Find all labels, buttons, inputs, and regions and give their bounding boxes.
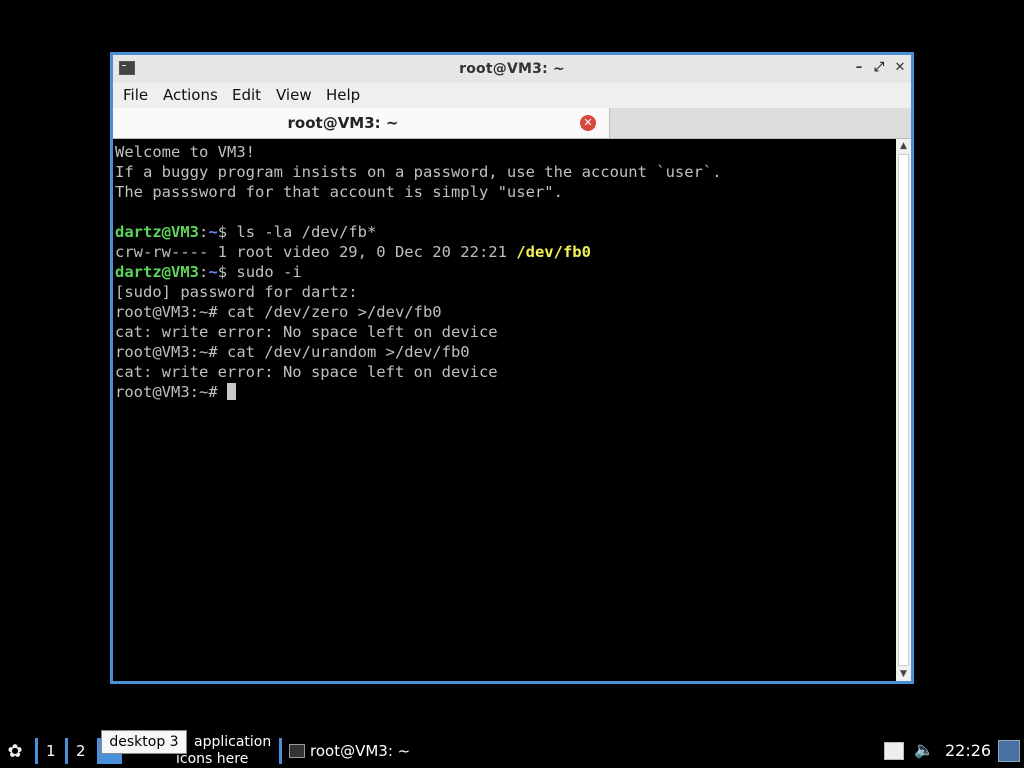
output-text: root@VM3:~# <box>115 383 227 401</box>
desktop-2-button[interactable]: 2 <box>65 738 86 764</box>
terminal-line: dartz@VM3:~$ ls -la /dev/fb* <box>115 222 896 242</box>
terminal-output[interactable]: Welcome to VM3! If a buggy program insist… <box>113 139 896 681</box>
vertical-scrollbar[interactable]: ▲ ▼ <box>896 139 911 681</box>
prompt-path: ~ <box>208 263 218 281</box>
output-text: If a buggy program insists on a password… <box>115 163 722 181</box>
start-menu-icon[interactable]: ✿ <box>4 741 26 763</box>
output-text: Welcome to VM3! <box>115 143 255 161</box>
prompt-symbol: $ <box>217 263 237 281</box>
prompt-separator: : <box>199 223 209 241</box>
command-text: ls -la /dev/fb* <box>236 223 377 241</box>
output-text: crw-rw---- 1 root video 29, 0 Dec 20 22:… <box>115 243 517 261</box>
launch-hint-line-1: application <box>194 734 272 750</box>
close-button[interactable]: ✕ <box>892 60 908 76</box>
scroll-up-icon[interactable]: ▲ <box>896 139 911 153</box>
terminal-line: root@VM3:~# cat /dev/zero >/dev/fb0 <box>115 302 896 322</box>
terminal-line: Welcome to VM3! <box>115 142 896 162</box>
terminal-line: crw-rw---- 1 root video 29, 0 Dec 20 22:… <box>115 242 896 262</box>
task-label: root@VM3: ~ <box>310 742 411 760</box>
menu-help[interactable]: Help <box>326 86 360 104</box>
volume-icon[interactable]: 🔈 <box>914 740 936 760</box>
scroll-down-icon[interactable]: ▼ <box>896 667 911 681</box>
terminal-line: If a buggy program insists on a password… <box>115 162 896 182</box>
prompt-user: dartz@VM3 <box>115 223 199 241</box>
terminal-line: root@VM3:~# cat /dev/urandom >/dev/fb0 <box>115 342 896 362</box>
tab-label: root@VM3: ~ <box>287 114 399 132</box>
prompt-user: dartz@VM3 <box>115 263 199 281</box>
keyboard-layout-icon[interactable] <box>884 742 904 760</box>
output-text: [sudo] password for dartz: <box>115 283 358 301</box>
terminal-line: cat: write error: No space left on devic… <box>115 362 896 382</box>
tab-root-vm3[interactable]: root@VM3: ~ ✕ <box>113 108 610 138</box>
minimize-button[interactable]: – <box>851 60 867 76</box>
network-icon[interactable] <box>998 740 1020 762</box>
window-titlebar[interactable]: root@VM3: ~ – ⤢ ✕ <box>113 55 911 83</box>
output-text: root@VM3:~# cat /dev/zero >/dev/fb0 <box>115 303 442 321</box>
command-text: sudo -i <box>236 263 302 281</box>
launch-bar-hint: application icons here <box>176 734 280 768</box>
output-text: cat: write error: No space left on devic… <box>115 363 498 381</box>
menu-edit[interactable]: Edit <box>232 86 261 104</box>
menubar: File Actions Edit View Help <box>113 83 911 108</box>
terminal-line: root@VM3:~# <box>115 382 896 402</box>
terminal-window[interactable]: root@VM3: ~ – ⤢ ✕ File Actions Edit View… <box>110 52 914 684</box>
prompt-path: ~ <box>208 223 218 241</box>
maximize-button[interactable]: ⤢ <box>871 60 887 76</box>
terminal-line: dartz@VM3:~$ sudo -i <box>115 262 896 282</box>
window-title: root@VM3: ~ <box>459 61 565 77</box>
output-text: cat: write error: No space left on devic… <box>115 323 498 341</box>
desktop-tooltip: desktop 3 <box>101 730 187 754</box>
terminal-line: The passsword for that account is simply… <box>115 182 896 202</box>
launch-hint-line-2: icons here <box>176 751 249 767</box>
prompt-separator: : <box>199 263 209 281</box>
terminal-line: cat: write error: No space left on devic… <box>115 322 896 342</box>
highlighted-path: /dev/fb0 <box>516 243 591 261</box>
menu-actions[interactable]: Actions <box>163 86 218 104</box>
tab-close-icon[interactable]: ✕ <box>580 115 596 131</box>
tab-bar: root@VM3: ~ ✕ <box>113 108 911 139</box>
terminal-line: [sudo] password for dartz: <box>115 282 896 302</box>
taskbar-task-root-vm3[interactable]: root@VM3: ~ <box>279 738 422 764</box>
text-cursor <box>226 383 236 400</box>
desktop-1-button[interactable]: 1 <box>35 738 56 764</box>
output-text: The passsword for that account is simply… <box>115 183 563 201</box>
prompt-symbol: $ <box>217 223 237 241</box>
menu-view[interactable]: View <box>276 86 312 104</box>
clock[interactable]: 22:26 <box>945 734 991 768</box>
output-text: root@VM3:~# cat /dev/urandom >/dev/fb0 <box>115 343 470 361</box>
menu-file[interactable]: File <box>123 86 148 104</box>
terminal-icon <box>289 744 305 758</box>
scrollbar-thumb[interactable] <box>898 154 909 666</box>
